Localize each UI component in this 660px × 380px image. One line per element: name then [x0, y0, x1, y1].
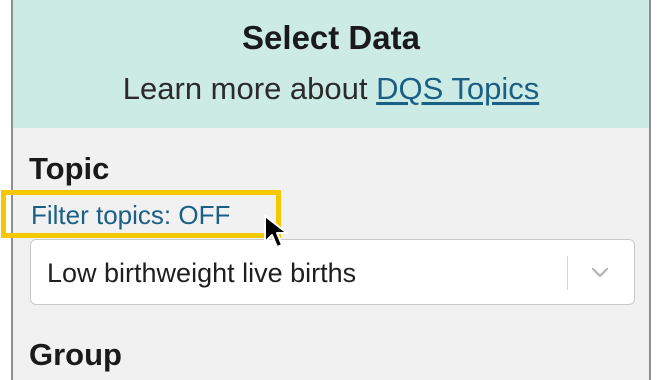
- dqs-topics-link[interactable]: DQS Topics: [376, 71, 539, 106]
- panel-subtitle: Learn more about DQS Topics: [13, 70, 649, 108]
- panel-title: Select Data: [242, 19, 420, 56]
- topic-select[interactable]: Low birthweight live births: [30, 239, 635, 305]
- filter-highlight-box: [1, 190, 281, 238]
- topic-label: Topic: [29, 151, 110, 186]
- group-label: Group: [29, 337, 122, 372]
- topic-select-value: Low birthweight live births: [47, 258, 357, 288]
- mouse-pointer-icon: [264, 215, 288, 248]
- panel-header: Select Data Learn more about DQS Topics: [13, 0, 649, 128]
- chevron-down-icon[interactable]: [588, 260, 612, 284]
- select-separator: [567, 256, 568, 290]
- subtitle-prefix: Learn more about: [122, 71, 377, 106]
